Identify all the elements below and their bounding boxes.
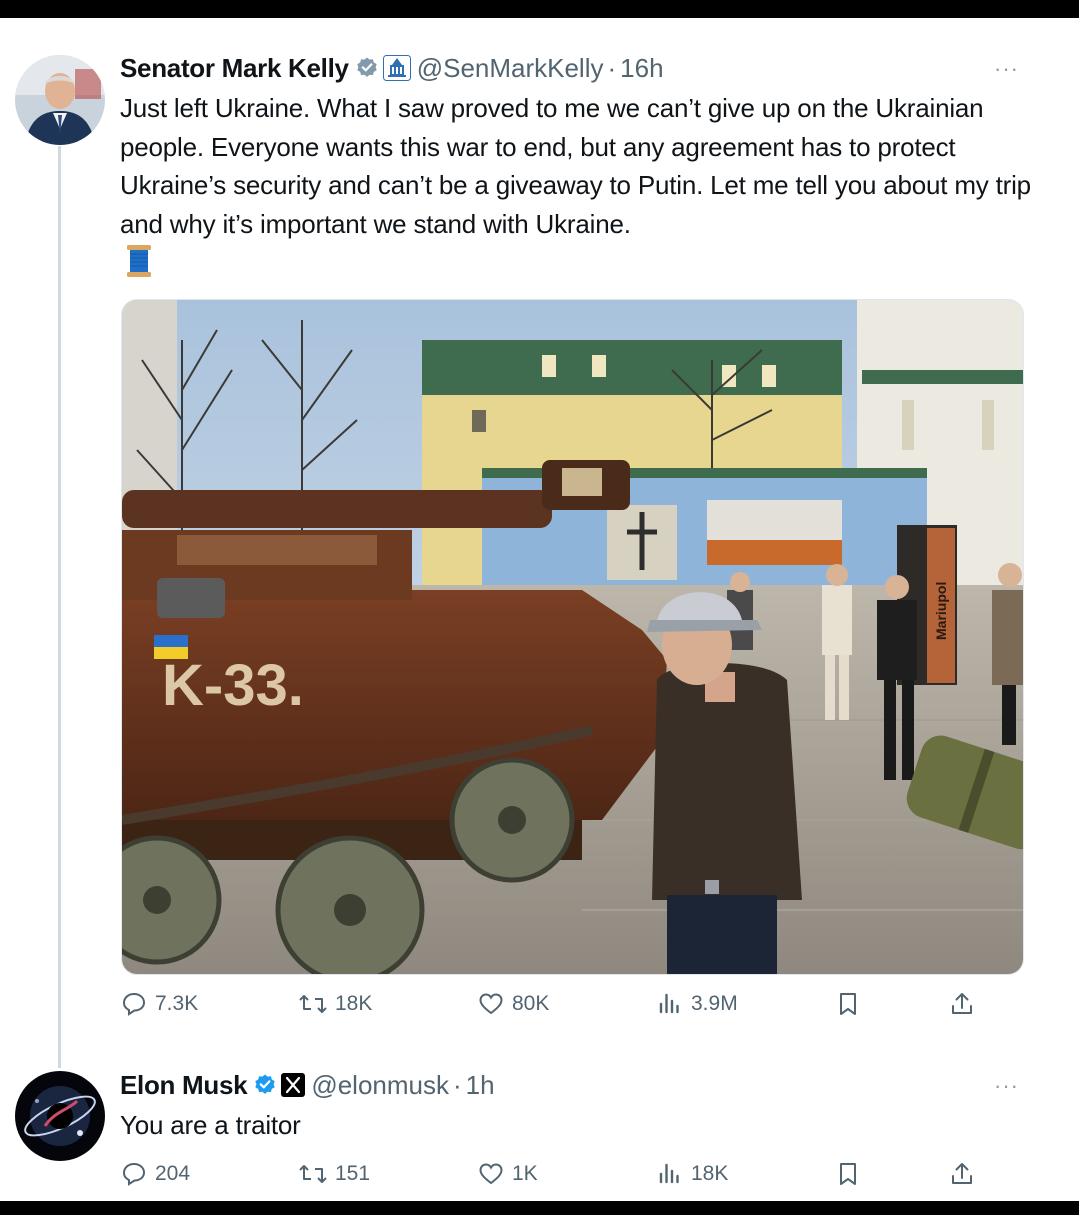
reply-more-options-icon[interactable]: ··· (994, 1073, 1019, 1099)
time-separator: · (607, 52, 617, 83)
reply-like-button[interactable]: 1K (477, 1160, 538, 1188)
reply-count: 7.3K (155, 992, 199, 1015)
thread-spool-icon (126, 244, 152, 283)
x-logo-icon (281, 1073, 306, 1097)
bookmark-icon (840, 993, 856, 1015)
reply-header: Elon Musk @elonmusk · 1h (120, 1068, 495, 1102)
reply-button[interactable]: 7.3K (120, 990, 198, 1018)
more-options-icon[interactable]: ··· (994, 56, 1019, 82)
repost-icon (299, 1165, 327, 1183)
tweet-action-bar: 7.3K 18K 80K 3.9M (120, 990, 980, 1026)
view-count: 3.9M (691, 992, 738, 1015)
like-count: 80K (512, 992, 550, 1015)
tank-painted-text: K-33. (162, 653, 304, 718)
repost-button[interactable]: 18K (298, 990, 372, 1018)
reply-timestamp[interactable]: 1h (466, 1070, 495, 1101)
reply-repost-button[interactable]: 151 (298, 1160, 370, 1188)
reply-share-button[interactable] (948, 1160, 976, 1188)
views-button[interactable]: 3.9M (656, 990, 738, 1018)
reply-reply-count: 204 (155, 1162, 191, 1185)
reply-author-name[interactable]: Elon Musk (120, 1070, 248, 1101)
share-icon (952, 993, 972, 1014)
tweet-text: Just left Ukraine. What I saw proved to … (120, 93, 1031, 239)
reply-like-count: 1K (512, 1162, 538, 1185)
reply-author-handle[interactable]: @elonmusk (311, 1070, 449, 1101)
thread-connector-line (58, 146, 61, 1068)
reply-action-bar: 204 151 1K 18K (120, 1160, 980, 1196)
reply-repost-count: 151 (335, 1162, 371, 1185)
tweet-photo[interactable]: Mariupol K-33. (121, 299, 1024, 975)
views-chart-icon (659, 1163, 679, 1184)
heart-icon (479, 993, 503, 1015)
share-icon (952, 1163, 972, 1184)
share-button[interactable] (948, 990, 976, 1018)
tweet-header: Senator Mark Kelly @SenMarkKelly · 16h (120, 51, 664, 85)
reply-text: You are a traitor (120, 1110, 301, 1140)
blue-verified-icon[interactable] (253, 1073, 277, 1097)
bookmark-button[interactable] (834, 990, 862, 1018)
top-black-bar (0, 0, 1079, 18)
capitol-icon (382, 55, 411, 81)
reply-time-separator: · (453, 1069, 462, 1100)
avatar-senator-mark-kelly[interactable] (15, 55, 105, 145)
like-button[interactable]: 80K (477, 990, 549, 1018)
avatar-elon-musk[interactable] (15, 1071, 105, 1161)
bookmark-icon (840, 1163, 856, 1185)
repost-icon (299, 995, 327, 1013)
gray-verified-icon[interactable] (355, 56, 379, 80)
reply-icon (122, 1162, 146, 1186)
heart-icon (479, 1163, 503, 1185)
reply-bookmark-button[interactable] (834, 1160, 862, 1188)
reply-reply-button[interactable]: 204 (120, 1160, 190, 1188)
reply-icon (122, 992, 146, 1016)
views-chart-icon (659, 993, 679, 1014)
bottom-black-bar (0, 1201, 1079, 1215)
author-handle[interactable]: @SenMarkKelly (417, 53, 604, 84)
author-name[interactable]: Senator Mark Kelly (120, 53, 349, 84)
mariupol-sign-text: Mariupol (933, 582, 949, 640)
reply-views-button[interactable]: 18K (656, 1160, 728, 1188)
reply-view-count: 18K (691, 1162, 729, 1185)
tweet-timestamp[interactable]: 16h (620, 53, 663, 84)
repost-count: 18K (335, 992, 373, 1015)
